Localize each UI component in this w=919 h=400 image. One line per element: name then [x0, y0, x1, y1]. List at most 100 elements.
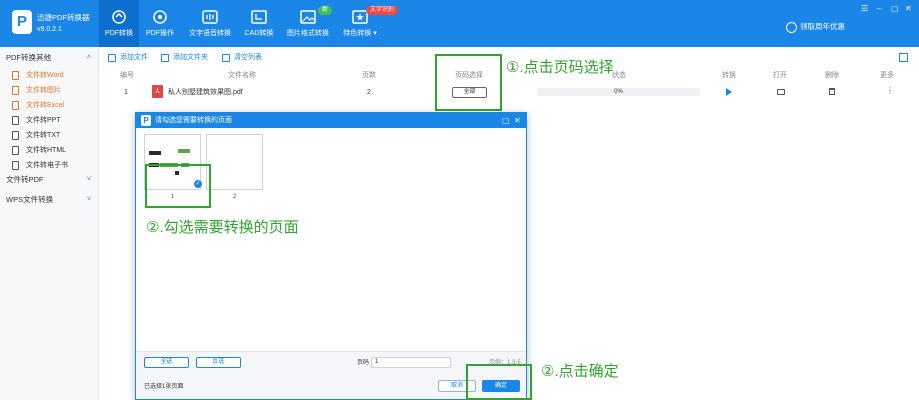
clear-list-icon [222, 54, 230, 62]
file-icon [12, 116, 19, 125]
dialog-maximize-icon[interactable]: ▢ [502, 113, 510, 128]
dialog-close-icon[interactable]: ✕ [514, 113, 521, 128]
annotation-step1: ①.点击页码选择 [506, 59, 614, 76]
sidebar-item-html[interactable]: 文件转HTML [0, 143, 99, 158]
sidebar-item-word[interactable]: 文件转Word [0, 68, 99, 83]
header-filename: 文件名称 [228, 72, 256, 79]
sidebar-item-excel[interactable]: 文件转Excel [0, 98, 99, 113]
header-index: 编号 [120, 72, 134, 79]
add-file-label: 添加文件 [120, 54, 148, 61]
file-icon [12, 161, 19, 170]
sidebar-item-image[interactable]: 文件转图片 [0, 83, 99, 98]
nav-label: 图片格式转换 [287, 30, 329, 37]
chevron-down-icon: ˅ [86, 196, 91, 203]
header-delete: 删除 [825, 72, 839, 79]
page-label: 页码 [357, 360, 370, 366]
progress-bar: 0% [537, 88, 700, 96]
user-icon [786, 22, 797, 33]
menu-icon[interactable]: ☰ [861, 4, 868, 14]
row-index: 1 [124, 89, 128, 96]
sidebar-item-label: 文件转HTML [26, 147, 67, 154]
progress-text: 0% [614, 89, 623, 95]
dialog-title-bar: P 请勾选您需要转换的页面 ▢ ✕ [136, 113, 526, 128]
sidebar-group-wps[interactable]: WPS文件转换 ˅ [0, 192, 99, 208]
sidebar-group-label: WPS文件转换 [6, 195, 54, 204]
app-name: 迅捷PDF转换器 [37, 13, 90, 22]
file-icon [12, 86, 19, 95]
nav-cad-convert[interactable]: CAD转换 [240, 0, 278, 47]
nav-pdf-operate[interactable]: PDF操作 [140, 0, 180, 47]
annotation-box-thumbnail [145, 164, 211, 208]
add-folder-icon [161, 54, 169, 62]
settings-icon [153, 10, 167, 24]
clear-list-label: 清空列表 [234, 54, 262, 61]
nav-label: PDF操作 [146, 30, 174, 37]
grid-view-icon[interactable] [899, 53, 908, 62]
header-open: 打开 [773, 72, 787, 79]
dialog-logo: P [141, 115, 151, 126]
sidebar-item-label: 文件转PPT [26, 117, 61, 124]
page-thumbnail-2[interactable] [206, 134, 263, 190]
new-badge: 新 [318, 6, 333, 15]
sidebar: PDF转换其他 ˄ 文件转Word 文件转图片 文件转Excel 文件转PPT … [0, 47, 99, 400]
annotation-box-page-select [435, 54, 502, 111]
sidebar-group-label: 文件转PDF [6, 175, 44, 184]
file-icon [12, 131, 19, 140]
annotation-box-confirm [466, 364, 532, 400]
ocr-badge: 文字识别 [366, 6, 399, 15]
thumbnail-content [149, 151, 161, 155]
page-number-input[interactable]: 1 [371, 357, 451, 368]
promo-link[interactable]: 领取周年优惠 [800, 22, 845, 32]
maximize-icon[interactable]: ▢ [891, 4, 899, 14]
audio-wave-icon [202, 10, 218, 24]
thumbnail-content [178, 149, 190, 153]
nav-label: CAD转换 [244, 30, 274, 37]
header-convert: 转换 [722, 72, 736, 79]
more-icon[interactable]: ⋮ [886, 86, 894, 96]
close-icon[interactable]: ✕ [905, 4, 912, 14]
sidebar-group-to-pdf[interactable]: 文件转PDF ˅ [0, 172, 99, 188]
nav-pdf-convert[interactable]: PDF转换 [99, 0, 139, 47]
nav-label: 特色转换 ▾ [343, 30, 377, 37]
sidebar-group-pdf-other[interactable]: PDF转换其他 ˄ [0, 50, 99, 66]
file-icon [12, 146, 19, 155]
header-status: 状态 [612, 72, 626, 79]
cad-icon [251, 10, 267, 24]
app-logo: P [12, 10, 32, 34]
clear-list-button[interactable]: 清空列表 [222, 52, 262, 64]
annotation-step3: ②.点击确定 [541, 363, 619, 380]
select-all-button[interactable]: 全选 [144, 357, 189, 368]
annotation-step2: ②.勾选需要转换的页面 [146, 219, 299, 236]
header-more: 更多 [880, 72, 894, 79]
selected-status: 已选择1张页面 [144, 384, 184, 390]
sidebar-item-txt[interactable]: 文件转TXT [0, 128, 99, 143]
trash-icon[interactable] [829, 88, 835, 95]
top-bar: P 迅捷PDF转换器 v9.0.2.1 PDF转换 PDF操作 文字语音转换 C… [0, 0, 919, 47]
nav-text-speech[interactable]: 文字语音转换 [186, 0, 234, 47]
invert-select-button[interactable]: 反选 [196, 357, 241, 368]
dialog-title: 请勾选您需要转换的页面 [155, 117, 232, 124]
minimize-icon[interactable]: – [877, 4, 881, 14]
nav-label: 文字语音转换 [189, 30, 231, 37]
nav-label: PDF转换 [105, 30, 133, 37]
folder-icon[interactable] [777, 89, 785, 95]
sidebar-item-label: 文件转Excel [26, 102, 65, 109]
chevron-up-icon: ˄ [86, 54, 91, 61]
page-select-dialog: P 请勾选您需要转换的页面 ▢ ✕ ✓ 1 2 全选 反选 页码 1 示例：1,… [135, 112, 527, 400]
sidebar-item-label: 文件转电子书 [26, 162, 68, 169]
file-icon [12, 71, 19, 80]
pdf-file-icon: ⅄ [152, 85, 163, 98]
add-folder-button[interactable]: 添加文件夹 [161, 52, 208, 64]
add-file-button[interactable]: 添加文件 [108, 52, 148, 64]
add-file-icon [108, 54, 116, 62]
row-pages: 2 [367, 89, 371, 96]
sidebar-group-label: PDF转换其他 [6, 53, 51, 62]
sidebar-item-label: 文件转Word [26, 72, 64, 79]
image-icon [300, 10, 316, 24]
header-pages: 页数 [362, 72, 376, 79]
row-filename: 私人别墅建筑效果图.pdf [168, 89, 243, 96]
sidebar-item-ppt[interactable]: 文件转PPT [0, 113, 99, 128]
play-icon[interactable] [726, 88, 732, 96]
sidebar-item-ebook[interactable]: 文件转电子书 [0, 158, 99, 173]
sidebar-item-label: 文件转TXT [26, 132, 61, 139]
